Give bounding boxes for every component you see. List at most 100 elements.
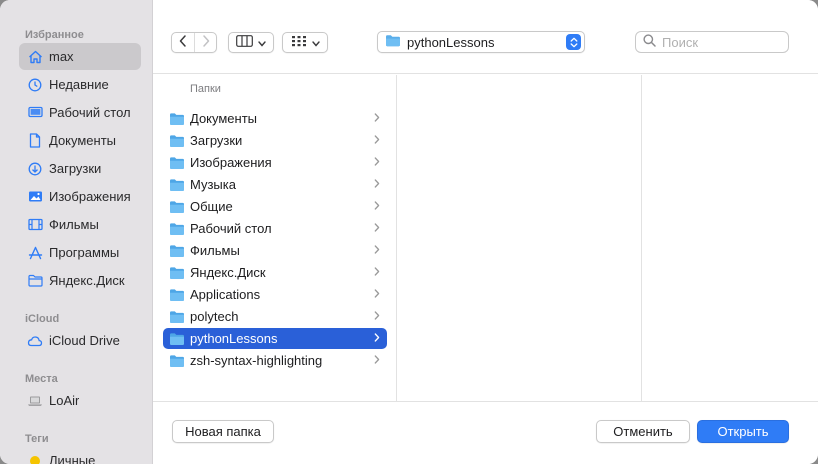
sidebar-section-icloud: iCloud xyxy=(25,313,60,325)
folder-name: Музыка xyxy=(190,177,236,192)
folder-name: Рабочий стол xyxy=(190,221,272,236)
chevron-right-icon xyxy=(371,200,383,213)
updown-stepper-icon xyxy=(566,34,581,50)
chevron-right-icon xyxy=(371,244,383,257)
open-button[interactable]: Открыть xyxy=(697,420,789,443)
toolbar: pythonLessons xyxy=(153,0,818,74)
sidebar-item-label: Программы xyxy=(49,245,120,260)
sidebar-item-label: Личные xyxy=(49,453,96,464)
chevron-right-icon xyxy=(371,310,383,323)
sidebar-item-recents[interactable]: Недавние xyxy=(19,71,141,98)
folder-row[interactable]: polytech xyxy=(163,306,387,327)
folder-row[interactable]: Рабочий стол xyxy=(163,218,387,239)
folder-name: pythonLessons xyxy=(190,331,278,346)
sidebar-item-label: LoAir xyxy=(49,393,80,408)
folder-row[interactable]: Документы xyxy=(163,108,387,129)
sidebar-item-label: Яндекс.Диск xyxy=(49,273,125,288)
sidebar-section-tags: Теги xyxy=(25,433,49,445)
back-forward-control xyxy=(171,32,217,53)
columns-view-icon xyxy=(236,35,253,50)
path-popup-button[interactable]: pythonLessons xyxy=(377,31,585,53)
sidebar-item-label: Изображения xyxy=(49,189,131,204)
sidebar: Избранное max Недавние Рабочий стол Доку… xyxy=(0,0,153,464)
sidebar-item-max[interactable]: max xyxy=(19,43,141,70)
sidebar-item-loair[interactable]: LoAir xyxy=(19,387,141,414)
view-mode-button[interactable] xyxy=(228,32,274,53)
path-label: pythonLessons xyxy=(407,34,495,50)
folder-row[interactable]: Общие xyxy=(163,196,387,217)
search-input[interactable] xyxy=(662,34,782,50)
forward-button[interactable] xyxy=(194,33,216,52)
folder-icon xyxy=(169,354,185,368)
folder-name: Общие xyxy=(190,199,233,214)
folder-name: Фильмы xyxy=(190,243,240,258)
sidebar-section-favorites: Избранное xyxy=(25,29,84,41)
folder-row[interactable]: Изображения xyxy=(163,152,387,173)
chevron-right-icon xyxy=(371,332,383,345)
folder-icon xyxy=(169,288,185,302)
folder-name: Документы xyxy=(190,111,258,126)
folder-icon xyxy=(169,200,185,214)
folder-icon xyxy=(169,332,185,346)
folder-icon xyxy=(169,112,185,126)
sidebar-item-tag-personal[interactable]: Личные xyxy=(19,447,141,464)
folder-icon xyxy=(169,266,185,280)
sidebar-item-downloads[interactable]: Загрузки xyxy=(19,155,141,182)
search-field[interactable] xyxy=(635,31,789,53)
chevron-right-icon xyxy=(371,266,383,279)
home-icon xyxy=(27,49,43,65)
back-button[interactable] xyxy=(172,33,194,52)
chevron-right-icon xyxy=(371,288,383,301)
dialog-footer: Новая папка Отменить Открыть xyxy=(153,401,818,464)
folder-name: Загрузки xyxy=(190,133,243,148)
chevron-right-icon xyxy=(371,156,383,169)
folder-row[interactable]: pythonLessons xyxy=(163,328,387,349)
chevron-left-icon xyxy=(179,35,187,50)
group-by-button[interactable] xyxy=(282,32,328,53)
folder-icon xyxy=(385,34,401,50)
folder-icon xyxy=(27,273,43,289)
chevron-down-icon xyxy=(258,35,266,50)
sidebar-item-movies[interactable]: Фильмы xyxy=(19,211,141,238)
cancel-button[interactable]: Отменить xyxy=(596,420,690,443)
folder-row[interactable]: zsh-syntax-highlighting xyxy=(163,350,387,371)
sidebar-item-documents[interactable]: Документы xyxy=(19,127,141,154)
chevron-right-icon xyxy=(371,354,383,367)
contents-column[interactable] xyxy=(398,75,642,401)
sidebar-item-applications[interactable]: Программы xyxy=(19,239,141,266)
chevron-right-icon xyxy=(202,35,210,50)
chevron-right-icon xyxy=(371,112,383,125)
folder-name: Изображения xyxy=(190,155,272,170)
folder-icon xyxy=(169,178,185,192)
folder-row[interactable]: Музыка xyxy=(163,174,387,195)
sidebar-item-desktop[interactable]: Рабочий стол xyxy=(19,99,141,126)
folder-row[interactable]: Applications xyxy=(163,284,387,305)
folder-icon xyxy=(169,134,185,148)
folder-row[interactable]: Фильмы xyxy=(163,240,387,261)
photo-icon xyxy=(27,189,43,205)
laptop-icon xyxy=(27,393,43,409)
folder-row[interactable]: Загрузки xyxy=(163,130,387,151)
folder-name: Applications xyxy=(190,287,261,302)
chevron-right-icon xyxy=(371,178,383,191)
folder-name: Яндекс.Диск xyxy=(190,265,266,280)
sidebar-item-label: Документы xyxy=(49,133,117,148)
document-icon xyxy=(27,133,43,149)
sidebar-item-label: iCloud Drive xyxy=(49,333,120,348)
folder-row[interactable]: Яндекс.Диск xyxy=(163,262,387,283)
sidebar-item-pictures[interactable]: Изображения xyxy=(19,183,141,210)
film-icon xyxy=(27,217,43,233)
open-dialog: Избранное max Недавние Рабочий стол Доку… xyxy=(0,0,818,464)
chevron-right-icon xyxy=(371,134,383,147)
new-folder-button[interactable]: Новая папка xyxy=(172,420,274,443)
grid-view-icon xyxy=(291,35,307,50)
apps-icon xyxy=(27,245,43,261)
tag-dot-icon xyxy=(27,453,43,464)
chevron-right-icon xyxy=(371,222,383,235)
chevron-down-icon xyxy=(311,35,320,50)
sidebar-item-yandex-disk[interactable]: Яндекс.Диск xyxy=(19,267,141,294)
clock-icon xyxy=(27,77,43,93)
folder-icon xyxy=(169,156,185,170)
sidebar-item-icloud-drive[interactable]: iCloud Drive xyxy=(19,327,141,354)
folder-name: zsh-syntax-highlighting xyxy=(190,353,323,368)
